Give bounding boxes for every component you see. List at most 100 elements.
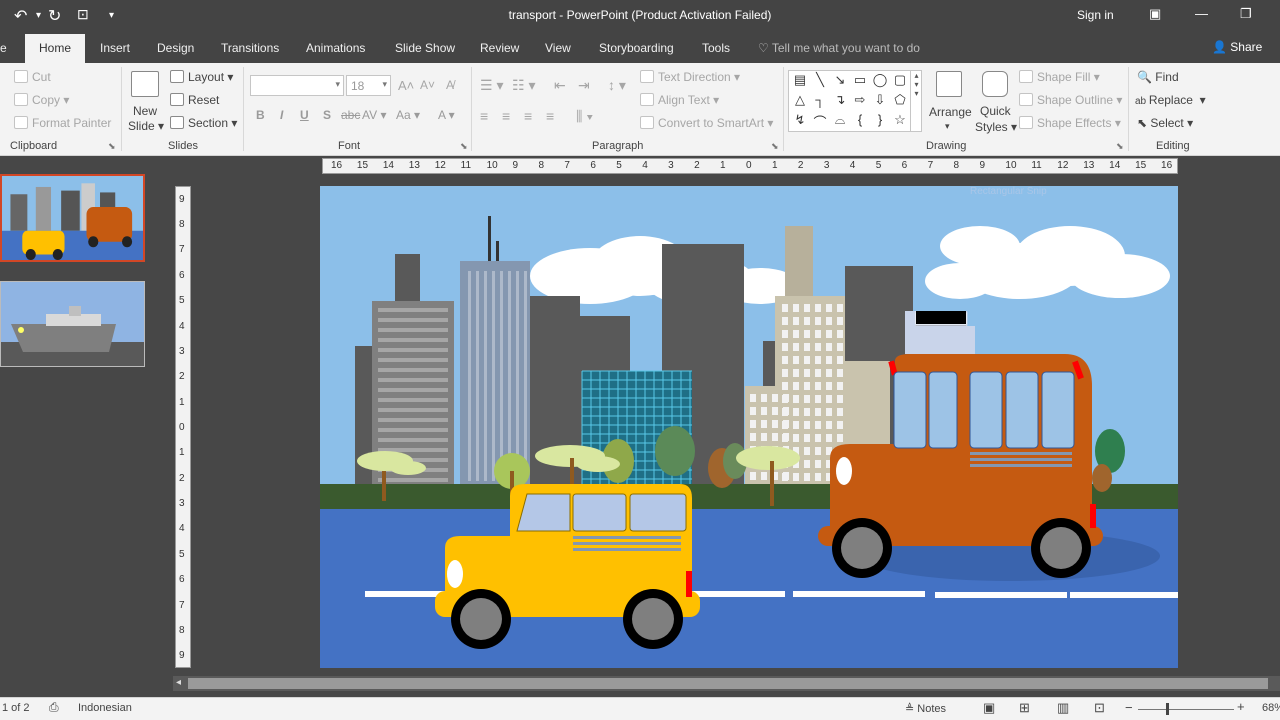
shape-outline-button[interactable]: Shape Outline ▾	[1019, 93, 1122, 107]
align-left-icon[interactable]: ≡	[480, 108, 488, 124]
format-painter-button[interactable]: Format Painter	[14, 116, 111, 130]
new-slide-button[interactable]: Slide ▾	[128, 119, 164, 133]
tab-slide-show[interactable]: Slide Show	[395, 41, 455, 55]
arrange-button[interactable]: Arrange	[929, 105, 972, 119]
right-brace-shape-icon[interactable]: }	[871, 112, 889, 127]
curve-shape-icon[interactable]: ⌒	[811, 112, 829, 131]
pentagon-shape-icon[interactable]: ⬠	[891, 92, 909, 108]
numbering-icon[interactable]: ☷ ▾	[512, 77, 535, 94]
font-color-icon[interactable]: A ▾	[438, 108, 455, 122]
bullets-icon[interactable]: ☰ ▾	[480, 77, 503, 94]
zoom-slider[interactable]	[1138, 709, 1234, 710]
select-button[interactable]: ⬉ Select ▾	[1137, 116, 1193, 130]
increase-indent-icon[interactable]: ⇥	[578, 77, 590, 94]
arrow-line-shape-icon[interactable]: ↘	[831, 72, 849, 88]
shapes-more-icon[interactable]: ▴ ▾ ▾	[910, 71, 922, 131]
down-arrow-shape-icon[interactable]: ⇩	[871, 92, 889, 108]
justify-icon[interactable]: ≡	[546, 108, 554, 124]
tab-view[interactable]: View	[545, 41, 571, 55]
left-brace-shape-icon[interactable]: {	[851, 112, 869, 127]
text-box-shape-icon[interactable]: ▤	[791, 72, 809, 88]
freeform-shape-icon[interactable]: ↯	[791, 112, 809, 128]
paragraph-launcher-icon[interactable]: ⬊	[771, 141, 779, 152]
reading-view-icon[interactable]: ▥	[1057, 700, 1069, 716]
minimize-icon[interactable]: —	[1195, 6, 1208, 21]
tab-design[interactable]: Design	[157, 41, 194, 55]
zoom-out-icon[interactable]: −	[1125, 700, 1133, 715]
align-center-icon[interactable]: ≡	[502, 108, 510, 124]
right-arrow-shape-icon[interactable]: ⇨	[851, 92, 869, 108]
grow-font-icon[interactable]: A˄	[398, 78, 414, 93]
oval-shape-icon[interactable]: ◯	[871, 72, 889, 88]
quick-styles-button[interactable]: Styles ▾	[975, 120, 1017, 134]
slide-canvas[interactable]: Rectangular Snip	[320, 186, 1178, 668]
convert-smartart-button[interactable]: Convert to SmartArt ▾	[640, 116, 773, 130]
slide-sorter-icon[interactable]: ⊞	[1019, 700, 1030, 716]
tab-home[interactable]: Home	[25, 34, 86, 63]
columns-icon[interactable]: ⫼ ▾	[576, 108, 593, 125]
slide-thumbnail-1[interactable]	[0, 174, 145, 262]
replace-button[interactable]: ab Replace ▾	[1135, 93, 1206, 107]
font-size-box[interactable]: 18 ▾	[346, 75, 391, 96]
layout-button[interactable]: Layout ▾	[170, 70, 233, 84]
section-button[interactable]: Section ▾	[170, 116, 237, 130]
align-text-button[interactable]: Align Text ▾	[640, 93, 719, 107]
tab-storyboarding[interactable]: Storyboarding	[599, 41, 674, 55]
quick-styles-label-1[interactable]: Quick	[980, 104, 1011, 118]
tab-transitions[interactable]: Transitions	[221, 41, 279, 55]
shape-effects-button[interactable]: Shape Effects ▾	[1019, 116, 1121, 130]
character-spacing-icon[interactable]: AV ▾	[362, 108, 386, 122]
tab-tools[interactable]: Tools	[702, 41, 730, 55]
underline-icon[interactable]: U	[300, 108, 309, 122]
tab-insert[interactable]: Insert	[100, 41, 130, 55]
tab-file[interactable]: e	[0, 41, 7, 55]
drawing-launcher-icon[interactable]: ⬊	[1116, 141, 1124, 152]
change-case-icon[interactable]: Aa ▾	[396, 108, 420, 122]
line-shape-icon[interactable]: ╲	[811, 72, 829, 88]
decrease-indent-icon[interactable]: ⇤	[554, 77, 566, 94]
arc-shape-icon[interactable]: ⌓	[831, 112, 849, 128]
vertical-ruler[interactable]: 9 8 7 6 5 4 3 2 1 0 1 2 3 4 5 6 7 8 9	[175, 186, 191, 668]
notes-button[interactable]: ≜ Notes	[905, 702, 946, 715]
tab-animations[interactable]: Animations	[306, 41, 365, 55]
rounded-rect-shape-icon[interactable]: ▢	[891, 72, 909, 88]
normal-view-icon[interactable]: ▣	[983, 700, 995, 716]
bold-icon[interactable]: B	[256, 108, 265, 122]
tell-me-search[interactable]: ♡ Tell me what you want to do	[758, 41, 920, 55]
zoom-level[interactable]: 68%	[1262, 702, 1280, 714]
spelling-icon[interactable]: ⎙	[49, 700, 59, 715]
shapes-gallery[interactable]: ▤ ╲ ↘ ▭ ◯ ▢ △ ┐ ↴ ⇨ ⇩ ⬠ ↯ ⌒ ⌓ { } ☆ ▴ ▾ ▾	[788, 70, 922, 132]
align-right-icon[interactable]: ≡	[524, 108, 532, 124]
new-slide-icon[interactable]	[131, 71, 159, 97]
slide-thumbnail-2[interactable]	[0, 281, 145, 367]
language-indicator[interactable]: Indonesian	[78, 702, 132, 714]
shape-fill-button[interactable]: Shape Fill ▾	[1019, 70, 1100, 84]
tab-review[interactable]: Review	[480, 41, 519, 55]
share-button[interactable]: 👤 Share	[1212, 40, 1262, 54]
clear-formatting-icon[interactable]: A̸	[446, 78, 454, 92]
triangle-shape-icon[interactable]: △	[791, 92, 809, 108]
cut-button[interactable]: Cut	[14, 70, 51, 84]
font-launcher-icon[interactable]: ⬊	[460, 141, 468, 152]
font-name-box[interactable]: ▾	[250, 75, 344, 96]
elbow-connector-icon[interactable]: ┐	[811, 92, 829, 107]
line-spacing-icon[interactable]: ↕ ▾	[608, 77, 626, 94]
quick-styles-icon[interactable]	[982, 71, 1008, 97]
italic-icon[interactable]: I	[280, 108, 283, 122]
reset-button[interactable]: Reset	[170, 93, 219, 107]
copy-button[interactable]: Copy ▾	[14, 93, 69, 107]
rectangle-shape-icon[interactable]: ▭	[851, 72, 869, 88]
horizontal-scrollbar[interactable]: ◂	[173, 676, 1280, 691]
ribbon-display-options-icon[interactable]: ▣	[1149, 6, 1161, 22]
shadow-icon[interactable]: S	[323, 108, 331, 122]
shrink-font-icon[interactable]: A˅	[420, 78, 435, 92]
scroll-left-icon[interactable]: ◂	[176, 677, 181, 688]
text-direction-button[interactable]: Text Direction ▾	[640, 70, 740, 84]
find-button[interactable]: 🔍 Find	[1137, 70, 1179, 84]
zoom-slider-thumb[interactable]	[1166, 703, 1169, 715]
elbow-arrow-icon[interactable]: ↴	[831, 92, 849, 108]
clipboard-launcher-icon[interactable]: ⬊	[108, 141, 116, 152]
sign-in-link[interactable]: Sign in	[1077, 8, 1114, 22]
arrange-icon[interactable]	[936, 71, 962, 97]
horizontal-ruler[interactable]: 16 15 14 13 12 11 10 9 8 7 6 5 4 3 2 1 0 1 2 3 4 5 6 7 8 9 10 11 12 1…	[322, 158, 1178, 174]
